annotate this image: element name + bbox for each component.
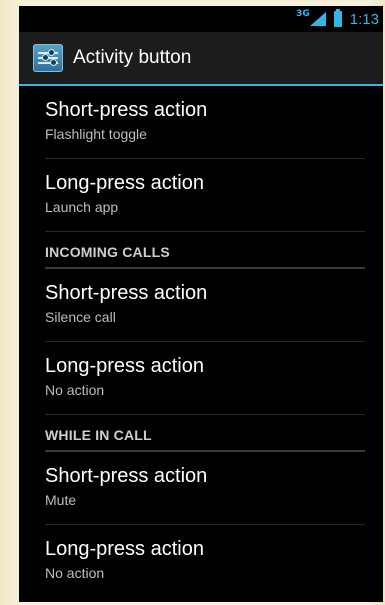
preference-in-call-long-press[interactable]: Long-press action No action <box>19 525 383 598</box>
preference-incoming-short-press[interactable]: Short-press action Silence call <box>19 269 383 342</box>
category-title: INCOMING CALLS <box>45 244 170 260</box>
action-bar: Activity button <box>19 32 383 86</box>
preference-summary: No action <box>45 382 105 398</box>
preference-title: Long-press action <box>45 172 204 194</box>
preference-in-call-short-press[interactable]: Short-press action Mute <box>19 452 383 525</box>
preference-title: Short-press action <box>45 282 208 304</box>
clock: 1:13 <box>349 10 379 28</box>
page-frame: 3G 1:13 Activity button Short-press acti… <box>0 0 385 605</box>
preference-summary: Launch app <box>45 199 119 215</box>
network-type-label: 3G <box>296 9 310 19</box>
preference-title: Long-press action <box>45 355 204 377</box>
preference-summary: Flashlight toggle <box>45 126 147 142</box>
battery-icon <box>333 9 342 27</box>
category-incoming-calls: INCOMING CALLS <box>19 232 383 269</box>
settings-sliders-icon[interactable] <box>33 44 63 72</box>
preference-summary: No action <box>45 565 105 581</box>
preference-title: Short-press action <box>45 465 208 487</box>
preference-title: Short-press action <box>45 99 208 121</box>
phone-screen: 3G 1:13 Activity button Short-press acti… <box>19 6 383 602</box>
status-bar: 3G 1:13 <box>19 6 383 32</box>
signal-icon <box>309 12 326 26</box>
preference-long-press[interactable]: Long-press action Launch app <box>19 159 383 232</box>
preference-incoming-long-press[interactable]: Long-press action No action <box>19 342 383 415</box>
preference-summary: Silence call <box>45 309 116 325</box>
category-title: WHILE IN CALL <box>45 427 152 443</box>
preference-short-press[interactable]: Short-press action Flashlight toggle <box>19 86 383 159</box>
preference-title: Long-press action <box>45 538 204 560</box>
preference-summary: Mute <box>45 492 77 508</box>
preference-list: Short-press action Flashlight toggle Lon… <box>19 86 383 598</box>
category-while-in-call: WHILE IN CALL <box>19 415 383 452</box>
page-title: Activity button <box>73 47 192 68</box>
